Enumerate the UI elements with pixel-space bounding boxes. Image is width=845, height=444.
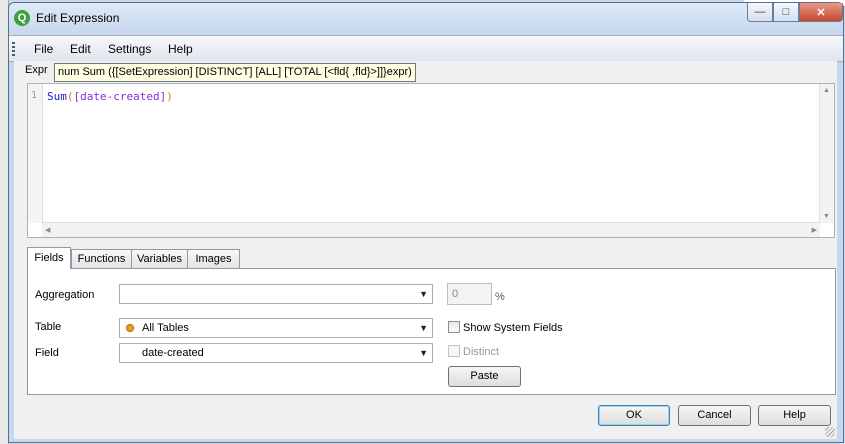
toolbar-grip-icon[interactable] [12,42,15,56]
menu-file[interactable]: File [34,42,53,56]
dialog-content: Expr num Sum ({[SetExpression] [DISTINCT… [14,61,837,439]
code-close-paren: ) [166,90,173,103]
menu-edit[interactable]: Edit [70,42,91,56]
scroll-left-icon[interactable]: ◀ [45,226,50,234]
title-bar[interactable]: Q Edit Expression — □ ✕ [9,3,843,33]
tab-variables[interactable]: Variables [131,249,188,268]
cancel-button[interactable]: Cancel [678,405,751,426]
show-system-fields-label: Show System Fields [463,322,563,334]
minimize-button[interactable]: — [747,3,773,22]
table-dropdown[interactable]: All Tables ▼ [119,318,433,338]
percent-input[interactable]: 0 [447,283,492,305]
scroll-up-icon[interactable]: ▲ [823,87,830,94]
tab-functions[interactable]: Functions [71,249,132,268]
resize-grip-icon[interactable] [825,427,835,437]
menu-settings[interactable]: Settings [108,42,151,56]
ok-button[interactable]: OK [598,405,670,426]
field-value: date-created [142,347,204,359]
scroll-down-icon[interactable]: ▼ [823,213,830,220]
expression-label: Expr [25,64,48,76]
maximize-button[interactable]: □ [773,3,799,22]
field-dropdown[interactable]: date-created ▼ [119,343,433,363]
expression-code[interactable]: Sum([date-created]) [47,90,173,103]
line-number: 1 [31,90,38,101]
percent-suffix: % [495,291,505,303]
code-open-paren: ( [66,90,74,103]
menu-help[interactable]: Help [168,42,193,56]
tab-fields[interactable]: Fields [27,247,71,269]
menu-bar: File Edit Settings Help [9,35,843,62]
chevron-down-icon: ▼ [419,348,428,358]
show-system-fields-checkbox[interactable] [448,321,460,333]
aggregation-label: Aggregation [35,289,95,301]
aggregation-dropdown[interactable]: ▼ [119,284,433,304]
field-label: Field [35,347,59,359]
chevron-down-icon: ▼ [419,323,428,333]
function-syntax-tooltip: num Sum ({[SetExpression] [DISTINCT] [AL… [54,63,416,82]
code-function: Sum [47,90,67,103]
qlikview-app-icon: Q [14,10,30,26]
distinct-label: Distinct [463,346,500,358]
table-status-dot-icon [126,324,134,332]
line-number-gutter: 1 [28,84,43,223]
table-value: All Tables [142,322,189,334]
fields-tab-panel: Aggregation ▼ 0 % Table All Tables ▼ Sho… [27,268,836,395]
close-button[interactable]: ✕ [799,3,843,22]
paste-button[interactable]: Paste [448,366,521,387]
editor-vertical-scrollbar[interactable]: ▲ ▼ [819,84,834,223]
window-controls: — □ ✕ [747,3,843,23]
table-label: Table [35,321,62,333]
help-button[interactable]: Help [758,405,831,426]
window-title: Edit Expression [36,11,120,25]
editor-horizontal-scrollbar[interactable]: ◀ ▶ [42,222,820,237]
chevron-down-icon: ▼ [419,289,428,299]
expression-editor[interactable]: 1 Sum([date-created]) ▲ ▼ ◀ ▶ [27,83,835,238]
code-field: [date-created] [73,90,167,103]
scroll-right-icon[interactable]: ▶ [812,226,817,234]
distinct-checkbox[interactable] [448,345,460,357]
tab-images[interactable]: Images [187,249,240,268]
edit-expression-dialog: Q Edit Expression — □ ✕ File Edit Settin… [8,2,844,443]
